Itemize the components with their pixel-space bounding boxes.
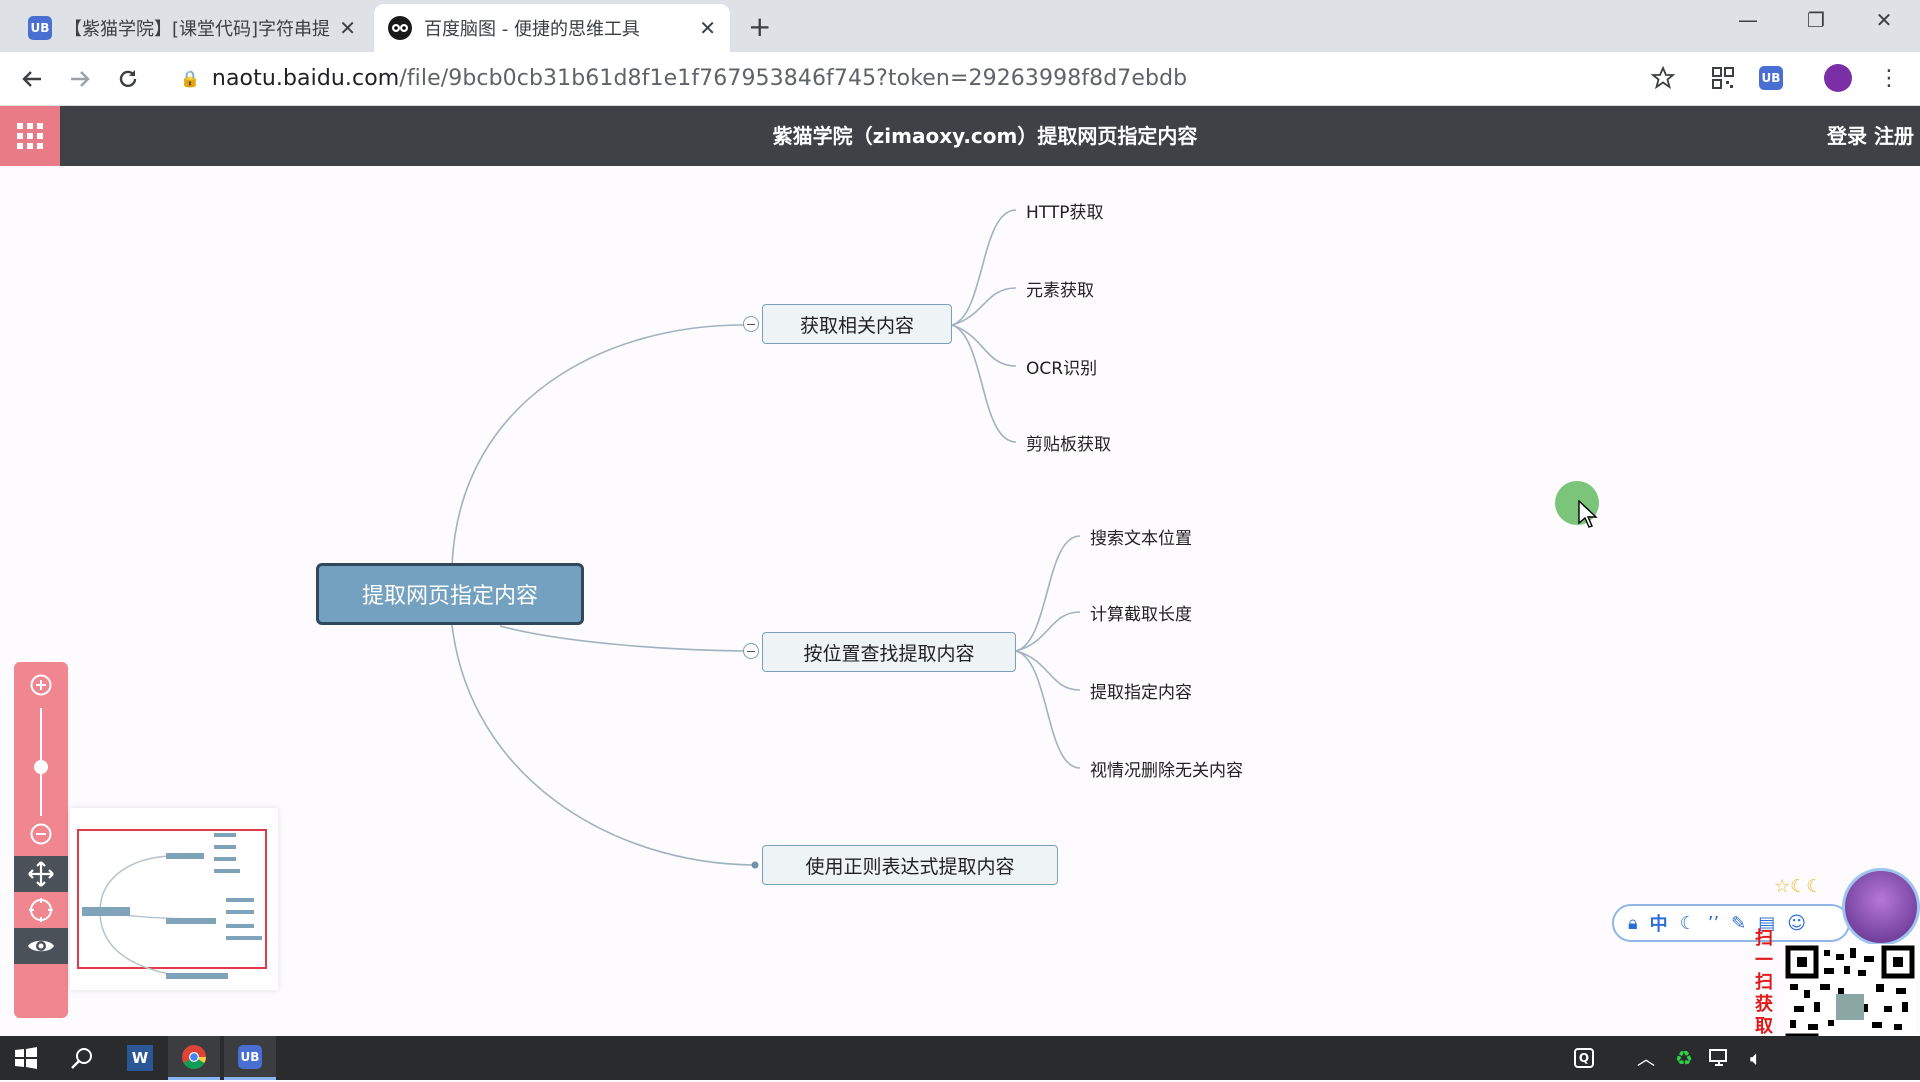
mouse-cursor-icon — [1578, 499, 1598, 532]
ub-badge: UB — [1759, 66, 1783, 90]
restore-button[interactable]: ❐ — [1796, 8, 1836, 32]
collapse-toggle[interactable] — [743, 643, 759, 659]
qq-icon: Q — [1574, 1048, 1594, 1068]
close-window-button[interactable]: ✕ — [1864, 8, 1904, 32]
smiley-icon[interactable]: ☺ — [1787, 913, 1806, 934]
moon-icon[interactable]: ☾ — [1680, 913, 1696, 934]
back-button[interactable] — [15, 62, 49, 96]
leaf-node[interactable]: HTTP获取 — [1026, 198, 1104, 223]
branch-node[interactable]: 按位置查找提取内容 — [762, 632, 1016, 672]
search-button[interactable] — [56, 1036, 108, 1080]
ime-language-toggle[interactable]: 中 — [1650, 910, 1668, 936]
avatar — [1824, 64, 1852, 92]
lock-icon[interactable]: 🔒︎ — [1628, 913, 1638, 934]
reload-icon — [119, 70, 137, 88]
qr-code-icon[interactable] — [1708, 63, 1738, 93]
profile-avatar[interactable] — [1823, 63, 1853, 93]
pan-button[interactable] — [14, 856, 68, 892]
qq-tray-icon[interactable]: Q — [1558, 1036, 1610, 1080]
minimap-preview — [77, 829, 267, 979]
branch-node[interactable]: 使用正则表达式提取内容 — [762, 845, 1058, 885]
word-icon: W — [127, 1045, 153, 1071]
leaf-node[interactable]: OCR识别 — [1026, 354, 1097, 379]
leaf-node[interactable]: 搜索文本位置 — [1090, 524, 1192, 549]
ub-taskbar-button[interactable]: UB — [224, 1036, 276, 1080]
chrome-taskbar-button[interactable] — [168, 1036, 220, 1080]
leaf-node[interactable]: 视情况删除无关内容 — [1090, 756, 1243, 781]
start-button[interactable] — [0, 1036, 52, 1080]
lock-icon: 🔒 — [180, 68, 200, 88]
leaf-node[interactable]: 剪贴板获取 — [1026, 430, 1111, 455]
register-link[interactable]: 注册 — [1874, 124, 1914, 148]
mascot-avatar[interactable] — [1842, 868, 1920, 946]
root-node[interactable]: 提取网页指定内容 — [316, 563, 584, 625]
punctuation-icon[interactable]: ’’ — [1708, 913, 1719, 934]
leaf-node[interactable]: 元素获取 — [1026, 276, 1094, 301]
target-icon — [29, 898, 53, 922]
login-link[interactable]: 登录 — [1827, 124, 1867, 148]
collapse-toggle[interactable] — [743, 316, 759, 332]
ime-toolbar[interactable]: 🔒︎ 中 ☾ ’’ ✎ ▤ ☺ — [1612, 904, 1850, 942]
brush-icon[interactable]: ✎ — [1731, 913, 1746, 934]
zoom-slider-handle[interactable] — [34, 760, 48, 774]
forward-button[interactable] — [63, 62, 97, 96]
chrome-icon — [182, 1044, 206, 1069]
minimap[interactable] — [70, 808, 278, 990]
ub-icon: UB — [238, 1044, 262, 1069]
zoom-in-button[interactable] — [14, 667, 68, 703]
bookmark-star-icon[interactable] — [1648, 63, 1678, 93]
url-text: naotu.baidu.com/file/9bcb0cb31b61d8f1e1f… — [212, 66, 1187, 91]
zoom-out-icon — [30, 823, 52, 845]
leaf-node[interactable]: 提取指定内容 — [1090, 678, 1192, 703]
menu-kebab-icon[interactable]: ⋮ — [1874, 63, 1904, 93]
tab-title: 百度脑图 - 便捷的思维工具 — [424, 19, 640, 40]
ub-extension-icon[interactable]: UB — [1756, 63, 1786, 93]
arrow-right-icon — [71, 71, 90, 87]
tab-title: 【紫猫学院】[课堂代码]字符串提 — [64, 19, 331, 40]
word-taskbar-button[interactable]: W — [114, 1036, 166, 1080]
minimize-button[interactable]: — — [1728, 8, 1768, 32]
reload-button[interactable] — [111, 62, 145, 96]
leaf-node[interactable]: 计算截取长度 — [1090, 600, 1192, 625]
page-title: 紫猫学院（zimaoxy.com）提取网页指定内容 — [772, 124, 1198, 148]
zoom-in-icon — [30, 674, 52, 696]
eye-icon — [28, 940, 54, 952]
close-tab-icon[interactable]: ✕ — [699, 16, 716, 40]
tab-baidu-naotu[interactable]: 百度脑图 - 便捷的思维工具 ✕ — [374, 4, 730, 52]
address-bar[interactable]: 🔒 naotu.baidu.com/file/9bcb0cb31b61d8f1e… — [170, 58, 1690, 98]
url-path: /file/9bcb0cb31b61d8f1e1f767953846f745?t… — [399, 65, 1188, 91]
ub-icon: UB — [28, 16, 52, 40]
zoom-out-button[interactable] — [14, 816, 68, 852]
new-tab-button[interactable]: + — [748, 10, 771, 43]
auth-links: 登录 注册 — [1827, 106, 1914, 166]
windows-icon — [15, 1047, 37, 1069]
search-icon — [71, 1048, 92, 1069]
overview-toggle-button[interactable] — [14, 928, 68, 964]
volume-icon[interactable]: 🔈︎ — [1730, 1036, 1782, 1080]
move-arrows-icon — [28, 861, 54, 887]
ime-moon-stars-icon: ☆☾☾ — [1774, 876, 1823, 897]
branch-node[interactable]: 获取相关内容 — [762, 304, 952, 344]
tab-zimao-code[interactable]: UB 【紫猫学院】[课堂代码]字符串提 ✕ — [14, 4, 370, 52]
owl-icon — [388, 16, 412, 40]
locate-root-button[interactable] — [14, 892, 68, 928]
close-tab-icon[interactable]: ✕ — [339, 16, 356, 40]
url-host: naotu.baidu.com — [211, 65, 400, 91]
arrow-left-icon — [22, 71, 41, 87]
